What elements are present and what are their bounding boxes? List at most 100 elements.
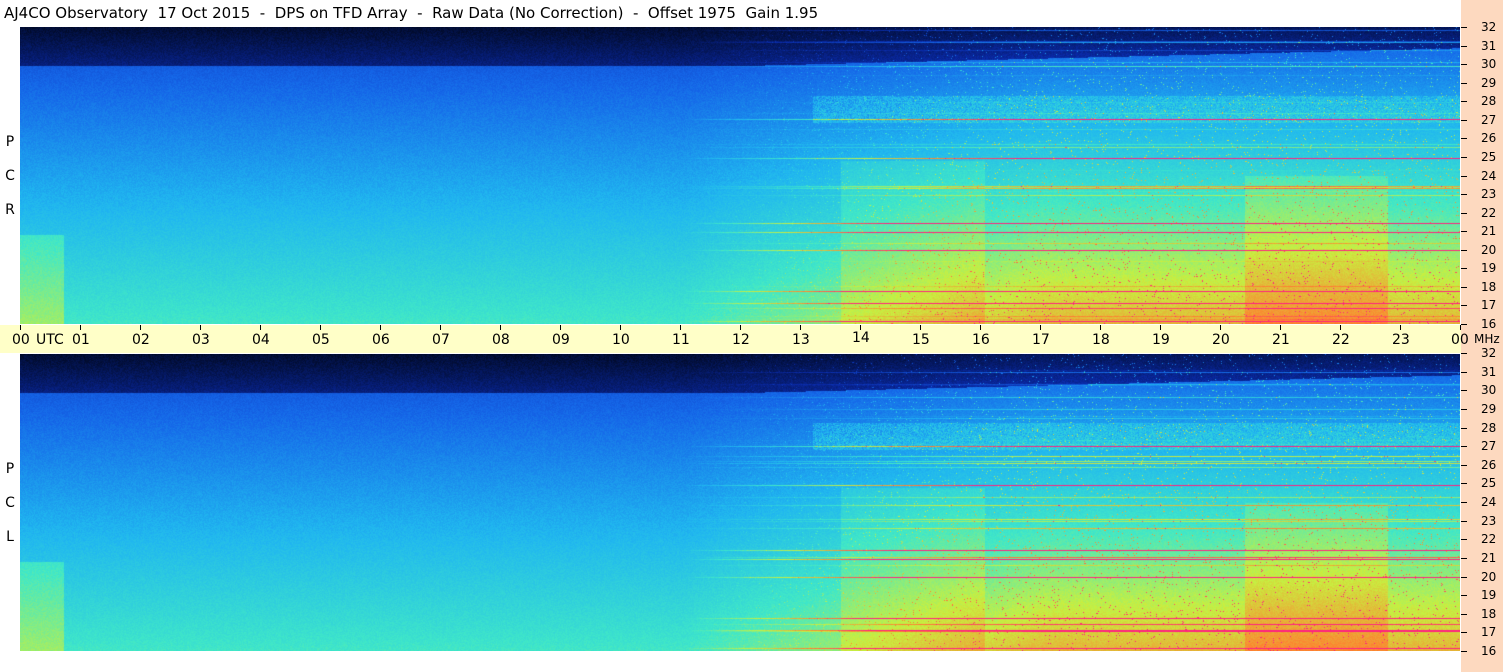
freq-tick-mark <box>1461 539 1467 540</box>
time-tick-label: 22 <box>1332 332 1350 348</box>
freq-tick-mark <box>1461 614 1467 615</box>
time-tick-label: 01 <box>72 332 90 348</box>
freq-tick-label: 27 <box>1481 439 1497 453</box>
freq-tick-label: 23 <box>1481 514 1497 528</box>
freq-tick-mark <box>1461 176 1467 177</box>
time-axis <box>0 325 1461 353</box>
freq-tick-label: 26 <box>1481 458 1497 472</box>
freq-tick-mark <box>1461 483 1467 484</box>
freq-tick-mark <box>1461 353 1467 354</box>
freq-tick-label: 17 <box>1481 625 1497 639</box>
time-tick-label: 23 <box>1392 332 1410 348</box>
freq-tick-label: 25 <box>1481 476 1497 490</box>
freq-tick-mark <box>1461 46 1467 47</box>
freq-tick-label: 18 <box>1481 607 1497 621</box>
freq-tick-mark <box>1461 465 1467 466</box>
time-tick-label: 14 <box>852 330 870 346</box>
freq-tick-mark <box>1461 287 1467 288</box>
freq-tick-mark <box>1461 372 1467 373</box>
freq-tick-label: 22 <box>1481 206 1497 220</box>
time-tick-mark <box>1280 325 1281 330</box>
time-tick-label: 11 <box>672 332 690 348</box>
freq-tick-mark <box>1461 213 1467 214</box>
freq-tick-mark <box>1461 138 1467 139</box>
time-tick-mark <box>80 325 81 330</box>
time-tick-mark <box>1460 325 1461 330</box>
rcp-label-p: P <box>5 134 15 150</box>
freq-tick-mark <box>1461 521 1467 522</box>
freq-tick-label: 31 <box>1481 39 1497 53</box>
time-tick-label: 20 <box>1212 332 1230 348</box>
freq-tick-label: 16 <box>1481 644 1497 658</box>
time-tick-mark <box>1400 325 1401 330</box>
freq-tick-label: 20 <box>1481 243 1497 257</box>
freq-tick-label: 18 <box>1481 280 1497 294</box>
freq-tick-mark <box>1461 558 1467 559</box>
freq-tick-label: 20 <box>1481 570 1497 584</box>
time-tick-mark <box>980 325 981 330</box>
freq-tick-label: 21 <box>1481 224 1497 238</box>
time-tick-label: 05 <box>312 332 330 348</box>
freq-tick-mark <box>1461 390 1467 391</box>
rcp-label-c: C <box>5 168 15 184</box>
time-tick-label: 19 <box>1152 332 1170 348</box>
lcp-label-l: L <box>6 529 14 545</box>
time-tick-label: 00 <box>12 332 30 348</box>
freq-tick-mark <box>1461 595 1467 596</box>
time-tick-label: 16 <box>972 332 990 348</box>
time-tick-label: 09 <box>552 332 570 348</box>
rcp-spectrogram <box>20 27 1460 324</box>
freq-tick-mark <box>1461 577 1467 578</box>
freq-tick-label: 19 <box>1481 588 1497 602</box>
freq-tick-mark <box>1461 120 1467 121</box>
time-tick-mark <box>140 325 141 330</box>
time-tick-mark <box>380 325 381 330</box>
freq-tick-label: 22 <box>1481 532 1497 546</box>
freq-tick-label: 17 <box>1481 298 1497 312</box>
time-tick-label: 15 <box>912 332 930 348</box>
lcp-label-p: P <box>5 461 15 477</box>
freq-tick-label: 24 <box>1481 169 1497 183</box>
time-tick-mark <box>1160 325 1161 330</box>
freq-tick-label: 26 <box>1481 131 1497 145</box>
freq-tick-mark <box>1461 83 1467 84</box>
time-tick-label: 17 <box>1032 332 1050 348</box>
freq-tick-mark <box>1461 446 1467 447</box>
time-tick-label: 08 <box>492 332 510 348</box>
time-tick-mark <box>1040 325 1041 330</box>
rcp-label-r: R <box>5 202 15 218</box>
time-tick-mark <box>200 325 201 330</box>
time-tick-mark <box>1220 325 1221 330</box>
freq-tick-label: 23 <box>1481 187 1497 201</box>
time-tick-label: 02 <box>132 332 150 348</box>
freq-tick-label: 16 <box>1481 317 1497 331</box>
freq-tick-label: 19 <box>1481 261 1497 275</box>
time-tick-mark <box>920 325 921 330</box>
freq-tick-mark <box>1461 27 1467 28</box>
time-tick-mark <box>680 325 681 330</box>
time-tick-label: 06 <box>372 332 390 348</box>
freq-tick-label: 29 <box>1481 402 1497 416</box>
freq-tick-mark <box>1461 324 1467 325</box>
freq-tick-label: 29 <box>1481 76 1497 90</box>
time-tick-label: 04 <box>252 332 270 348</box>
freq-tick-label: 30 <box>1481 383 1497 397</box>
lcp-label-c: C <box>5 495 15 511</box>
time-tick-mark <box>560 325 561 330</box>
freq-tick-label: 31 <box>1481 365 1497 379</box>
freq-tick-mark <box>1461 502 1467 503</box>
freq-tick-label: 28 <box>1481 421 1497 435</box>
freq-tick-label: 32 <box>1481 20 1497 34</box>
time-tick-label: 12 <box>732 332 750 348</box>
time-tick-label: 21 <box>1272 332 1290 348</box>
freq-tick-label: 30 <box>1481 57 1497 71</box>
time-tick-mark <box>260 325 261 330</box>
time-tick-mark <box>440 325 441 330</box>
freq-tick-label: 32 <box>1481 346 1497 360</box>
time-tick-label: 18 <box>1092 332 1110 348</box>
freq-tick-mark <box>1461 632 1467 633</box>
freq-tick-label: 27 <box>1481 113 1497 127</box>
freq-tick-mark <box>1461 101 1467 102</box>
freq-tick-mark <box>1461 409 1467 410</box>
time-tick-mark <box>320 325 321 330</box>
